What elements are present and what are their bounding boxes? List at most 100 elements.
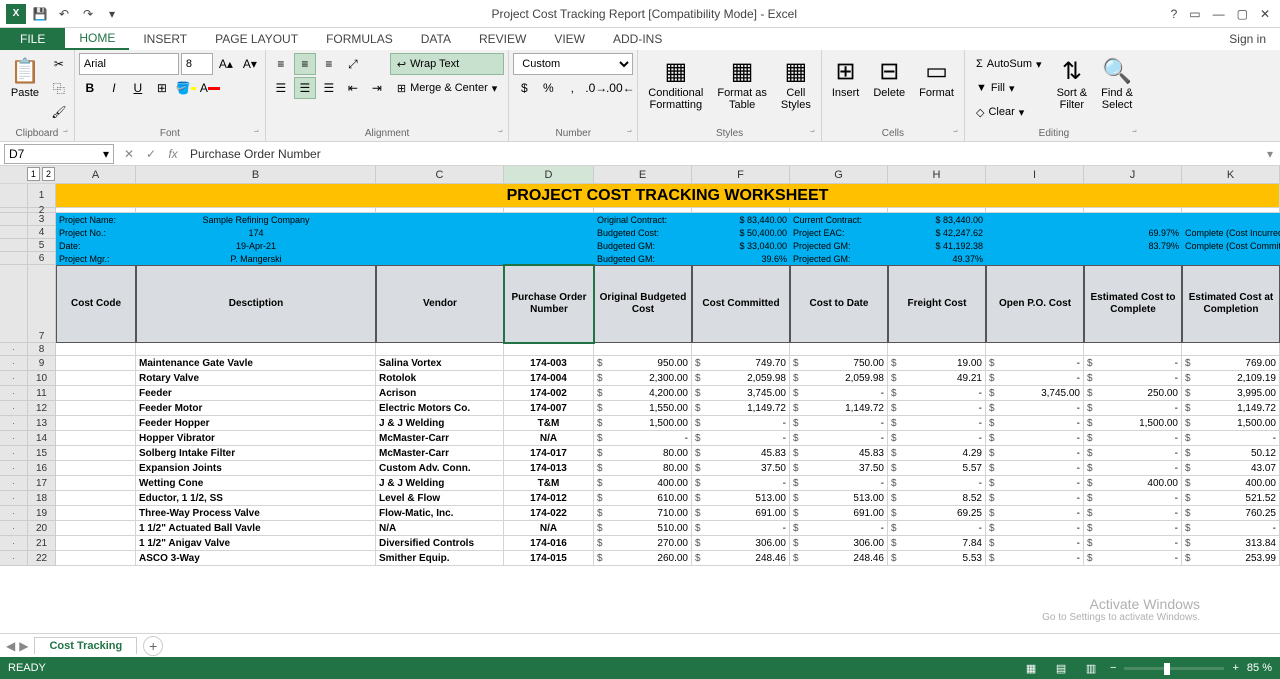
meta-cell[interactable]: Project No.: bbox=[56, 226, 136, 239]
table-header[interactable]: Desctiption bbox=[136, 265, 376, 343]
meta-cell[interactable]: Complete (Cost Incurred Basis) bbox=[1182, 226, 1280, 239]
col-header-F[interactable]: F bbox=[692, 166, 790, 184]
data-cell[interactable]: $- bbox=[692, 521, 790, 536]
data-cell[interactable]: Custom Adv. Conn. bbox=[376, 461, 504, 476]
align-top-button[interactable]: ≡ bbox=[270, 53, 292, 75]
col-header-E[interactable]: E bbox=[594, 166, 692, 184]
data-cell[interactable]: $80.00 bbox=[594, 446, 692, 461]
meta-cell[interactable]: 69.97% bbox=[1084, 226, 1182, 239]
orientation-button[interactable]: ⤢ bbox=[342, 53, 364, 75]
meta-cell[interactable]: 39.6% bbox=[692, 252, 790, 265]
row-header[interactable]: 3 bbox=[28, 213, 56, 226]
row-header[interactable]: 10 bbox=[28, 371, 56, 386]
meta-cell[interactable]: $ 50,400.00 bbox=[692, 226, 790, 239]
data-cell[interactable]: $710.00 bbox=[594, 506, 692, 521]
percent-format-button[interactable]: % bbox=[537, 77, 559, 99]
cell[interactable] bbox=[888, 343, 986, 356]
qat-dropdown-icon[interactable]: ▾ bbox=[102, 4, 122, 24]
data-cell[interactable]: Smither Equip. bbox=[376, 551, 504, 566]
meta-cell[interactable]: Project Mgr.: bbox=[56, 252, 136, 265]
data-cell[interactable]: N/A bbox=[504, 521, 594, 536]
data-cell[interactable]: $1,500.00 bbox=[1182, 416, 1280, 431]
meta-cell[interactable] bbox=[1182, 213, 1280, 226]
meta-cell[interactable]: Sample Refining Company bbox=[136, 213, 376, 226]
data-cell[interactable]: Hopper Vibrator bbox=[136, 431, 376, 446]
zoom-slider[interactable] bbox=[1124, 667, 1224, 670]
meta-cell[interactable]: 174 bbox=[136, 226, 376, 239]
data-cell[interactable]: $- bbox=[692, 416, 790, 431]
data-cell[interactable]: J & J Welding bbox=[376, 476, 504, 491]
row-header[interactable]: 12 bbox=[28, 401, 56, 416]
data-cell[interactable]: $5.53 bbox=[888, 551, 986, 566]
table-header[interactable]: Purchase Order Number bbox=[504, 265, 594, 343]
data-cell[interactable]: Feeder bbox=[136, 386, 376, 401]
meta-cell[interactable]: Complete (Cost Committed Basis) bbox=[1182, 239, 1280, 252]
align-right-button[interactable]: ☰ bbox=[318, 77, 340, 99]
data-cell[interactable]: $- bbox=[986, 491, 1084, 506]
data-cell[interactable]: Rotary Valve bbox=[136, 371, 376, 386]
meta-cell[interactable]: Budgeted GM: bbox=[594, 239, 692, 252]
data-cell[interactable]: $1,149.72 bbox=[1182, 401, 1280, 416]
number-format-select[interactable]: Custom bbox=[513, 53, 633, 75]
increase-indent-button[interactable]: ⇥ bbox=[366, 77, 388, 99]
cell-styles-button[interactable]: ▦Cell Styles bbox=[775, 53, 817, 113]
meta-cell[interactable]: $ 83,440.00 bbox=[888, 213, 986, 226]
meta-cell[interactable] bbox=[376, 239, 504, 252]
table-header[interactable]: Freight Cost bbox=[888, 265, 986, 343]
data-cell[interactable]: $400.00 bbox=[594, 476, 692, 491]
data-cell[interactable]: Solberg Intake Filter bbox=[136, 446, 376, 461]
meta-cell[interactable] bbox=[376, 252, 504, 265]
table-header[interactable]: Open P.O. Cost bbox=[986, 265, 1084, 343]
align-center-button[interactable]: ☰ bbox=[294, 77, 316, 99]
data-cell[interactable]: $- bbox=[790, 476, 888, 491]
data-cell[interactable] bbox=[56, 521, 136, 536]
row-header[interactable]: 18 bbox=[28, 491, 56, 506]
data-cell[interactable]: $1,550.00 bbox=[594, 401, 692, 416]
tab-home[interactable]: HOME bbox=[65, 28, 129, 50]
delete-cells-button[interactable]: ⊟Delete bbox=[867, 53, 911, 101]
meta-cell[interactable] bbox=[986, 226, 1084, 239]
data-cell[interactable]: $- bbox=[1084, 506, 1182, 521]
decrease-decimal-button[interactable]: .00← bbox=[609, 77, 631, 99]
data-cell[interactable]: $248.46 bbox=[692, 551, 790, 566]
meta-cell[interactable]: Budgeted GM: bbox=[594, 252, 692, 265]
data-cell[interactable] bbox=[56, 536, 136, 551]
decrease-font-button[interactable]: A▾ bbox=[239, 53, 261, 75]
data-cell[interactable]: $- bbox=[986, 476, 1084, 491]
meta-cell[interactable]: Date: bbox=[56, 239, 136, 252]
data-cell[interactable]: $- bbox=[790, 386, 888, 401]
data-cell[interactable]: $248.46 bbox=[790, 551, 888, 566]
col-header-H[interactable]: H bbox=[888, 166, 986, 184]
data-cell[interactable]: N/A bbox=[376, 521, 504, 536]
data-cell[interactable]: Level & Flow bbox=[376, 491, 504, 506]
data-cell[interactable]: $760.25 bbox=[1182, 506, 1280, 521]
fill-button[interactable]: ▼ Fill ▾ bbox=[969, 77, 1049, 99]
data-cell[interactable]: $- bbox=[986, 551, 1084, 566]
data-cell[interactable]: $- bbox=[1084, 431, 1182, 446]
data-cell[interactable]: $- bbox=[986, 521, 1084, 536]
data-cell[interactable]: $306.00 bbox=[790, 536, 888, 551]
data-cell[interactable]: $- bbox=[986, 356, 1084, 371]
help-icon[interactable]: ? bbox=[1171, 7, 1178, 21]
col-header-D[interactable]: D bbox=[504, 166, 594, 184]
data-cell[interactable]: Feeder Motor bbox=[136, 401, 376, 416]
data-cell[interactable]: 1 1/2" Anigav Valve bbox=[136, 536, 376, 551]
data-cell[interactable] bbox=[56, 356, 136, 371]
meta-cell[interactable]: 49.37% bbox=[888, 252, 986, 265]
row-header[interactable]: 4 bbox=[28, 226, 56, 239]
data-cell[interactable]: $- bbox=[888, 431, 986, 446]
data-cell[interactable]: N/A bbox=[504, 431, 594, 446]
data-cell[interactable]: $5.57 bbox=[888, 461, 986, 476]
find-select-button[interactable]: 🔍Find & Select bbox=[1095, 53, 1139, 113]
data-cell[interactable]: 174-007 bbox=[504, 401, 594, 416]
data-cell[interactable] bbox=[56, 416, 136, 431]
data-cell[interactable]: $1,149.72 bbox=[692, 401, 790, 416]
meta-cell[interactable] bbox=[504, 213, 594, 226]
sheet-tab-active[interactable]: Cost Tracking bbox=[34, 637, 137, 654]
data-cell[interactable]: Maintenance Gate Vavle bbox=[136, 356, 376, 371]
data-cell[interactable]: $- bbox=[888, 401, 986, 416]
data-cell[interactable]: $749.70 bbox=[692, 356, 790, 371]
data-cell[interactable]: Three-Way Process Valve bbox=[136, 506, 376, 521]
data-cell[interactable] bbox=[56, 386, 136, 401]
cell[interactable] bbox=[692, 343, 790, 356]
